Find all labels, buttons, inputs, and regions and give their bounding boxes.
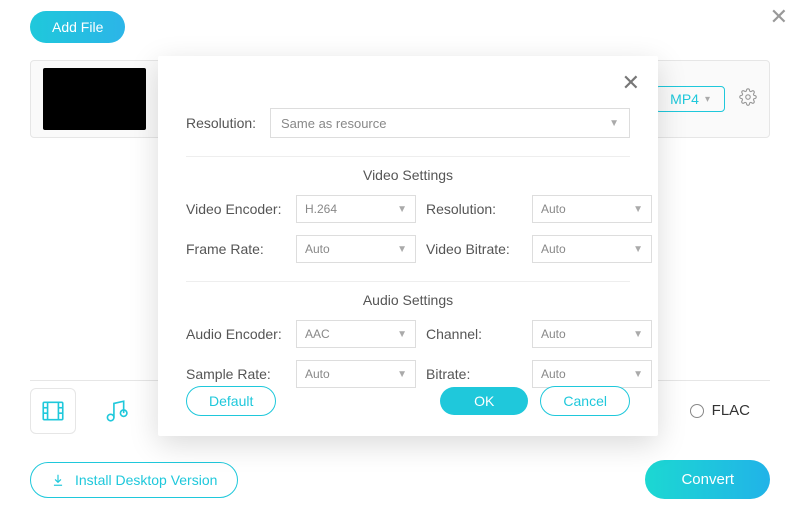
download-icon (51, 473, 65, 487)
video-resolution-value: Auto (541, 202, 566, 216)
close-icon[interactable]: ✕ (622, 70, 640, 96)
video-encoder-label: Video Encoder: (186, 201, 286, 217)
audio-settings-heading: Audio Settings (186, 281, 630, 308)
frame-rate-select[interactable]: Auto ▼ (296, 235, 416, 263)
channel-label: Channel: (426, 326, 522, 342)
chevron-down-icon: ▼ (609, 118, 619, 129)
channel-select[interactable]: Auto ▼ (532, 320, 652, 348)
resolution-main-value: Same as resource (281, 116, 387, 131)
video-resolution-label: Resolution: (426, 201, 522, 217)
channel-value: Auto (541, 327, 566, 341)
cancel-button[interactable]: Cancel (540, 386, 630, 416)
chevron-down-icon: ▼ (633, 369, 643, 380)
sample-rate-select[interactable]: Auto ▼ (296, 360, 416, 388)
chevron-down-icon: ▼ (397, 329, 407, 340)
chevron-down-icon: ▼ (633, 244, 643, 255)
video-bitrate-select[interactable]: Auto ▼ (532, 235, 652, 263)
audio-encoder-label: Audio Encoder: (186, 326, 286, 342)
install-desktop-button[interactable]: Install Desktop Version (30, 462, 238, 498)
video-bitrate-label: Video Bitrate: (426, 241, 522, 257)
flac-label: FLAC (712, 402, 750, 419)
audio-format-tab[interactable] (92, 388, 138, 434)
page-close-icon[interactable]: ✕ (770, 4, 788, 30)
audio-encoder-select[interactable]: AAC ▼ (296, 320, 416, 348)
ok-button[interactable]: OK (440, 387, 528, 415)
chevron-down-icon: ▼ (397, 204, 407, 215)
gear-icon[interactable] (739, 88, 757, 111)
sample-rate-label: Sample Rate: (186, 366, 286, 382)
video-bitrate-value: Auto (541, 242, 566, 256)
sample-rate-value: Auto (305, 367, 330, 381)
audio-bitrate-label: Bitrate: (426, 366, 522, 382)
convert-button[interactable]: Convert (645, 460, 770, 499)
chevron-down-icon: ▾ (705, 94, 710, 105)
chevron-down-icon: ▼ (633, 204, 643, 215)
audio-bitrate-select[interactable]: Auto ▼ (532, 360, 652, 388)
chevron-down-icon: ▼ (397, 244, 407, 255)
output-format-badge[interactable]: MP4 ▾ (655, 86, 725, 112)
flac-option[interactable]: FLAC (690, 402, 750, 419)
install-label: Install Desktop Version (75, 472, 217, 488)
default-button[interactable]: Default (186, 386, 276, 416)
frame-rate-value: Auto (305, 242, 330, 256)
video-resolution-select[interactable]: Auto ▼ (532, 195, 652, 223)
audio-encoder-value: AAC (305, 327, 330, 341)
video-encoder-select[interactable]: H.264 ▼ (296, 195, 416, 223)
resolution-main-label: Resolution: (186, 115, 264, 131)
resolution-main-select[interactable]: Same as resource ▼ (270, 108, 630, 138)
video-encoder-value: H.264 (305, 202, 337, 216)
bottom-bar: Install Desktop Version Convert (30, 460, 770, 499)
chevron-down-icon: ▼ (633, 329, 643, 340)
profile-settings-dialog: ✕ Resolution: Same as resource ▼ Video S… (158, 56, 658, 436)
chevron-down-icon: ▼ (397, 369, 407, 380)
video-thumbnail (43, 68, 146, 130)
audio-bitrate-value: Auto (541, 367, 566, 381)
format-label: MP4 (670, 91, 699, 107)
frame-rate-label: Frame Rate: (186, 241, 286, 257)
video-format-tab[interactable] (30, 388, 76, 434)
radio-icon (690, 404, 704, 418)
video-settings-heading: Video Settings (186, 156, 630, 183)
add-file-button[interactable]: Add File (30, 11, 125, 43)
